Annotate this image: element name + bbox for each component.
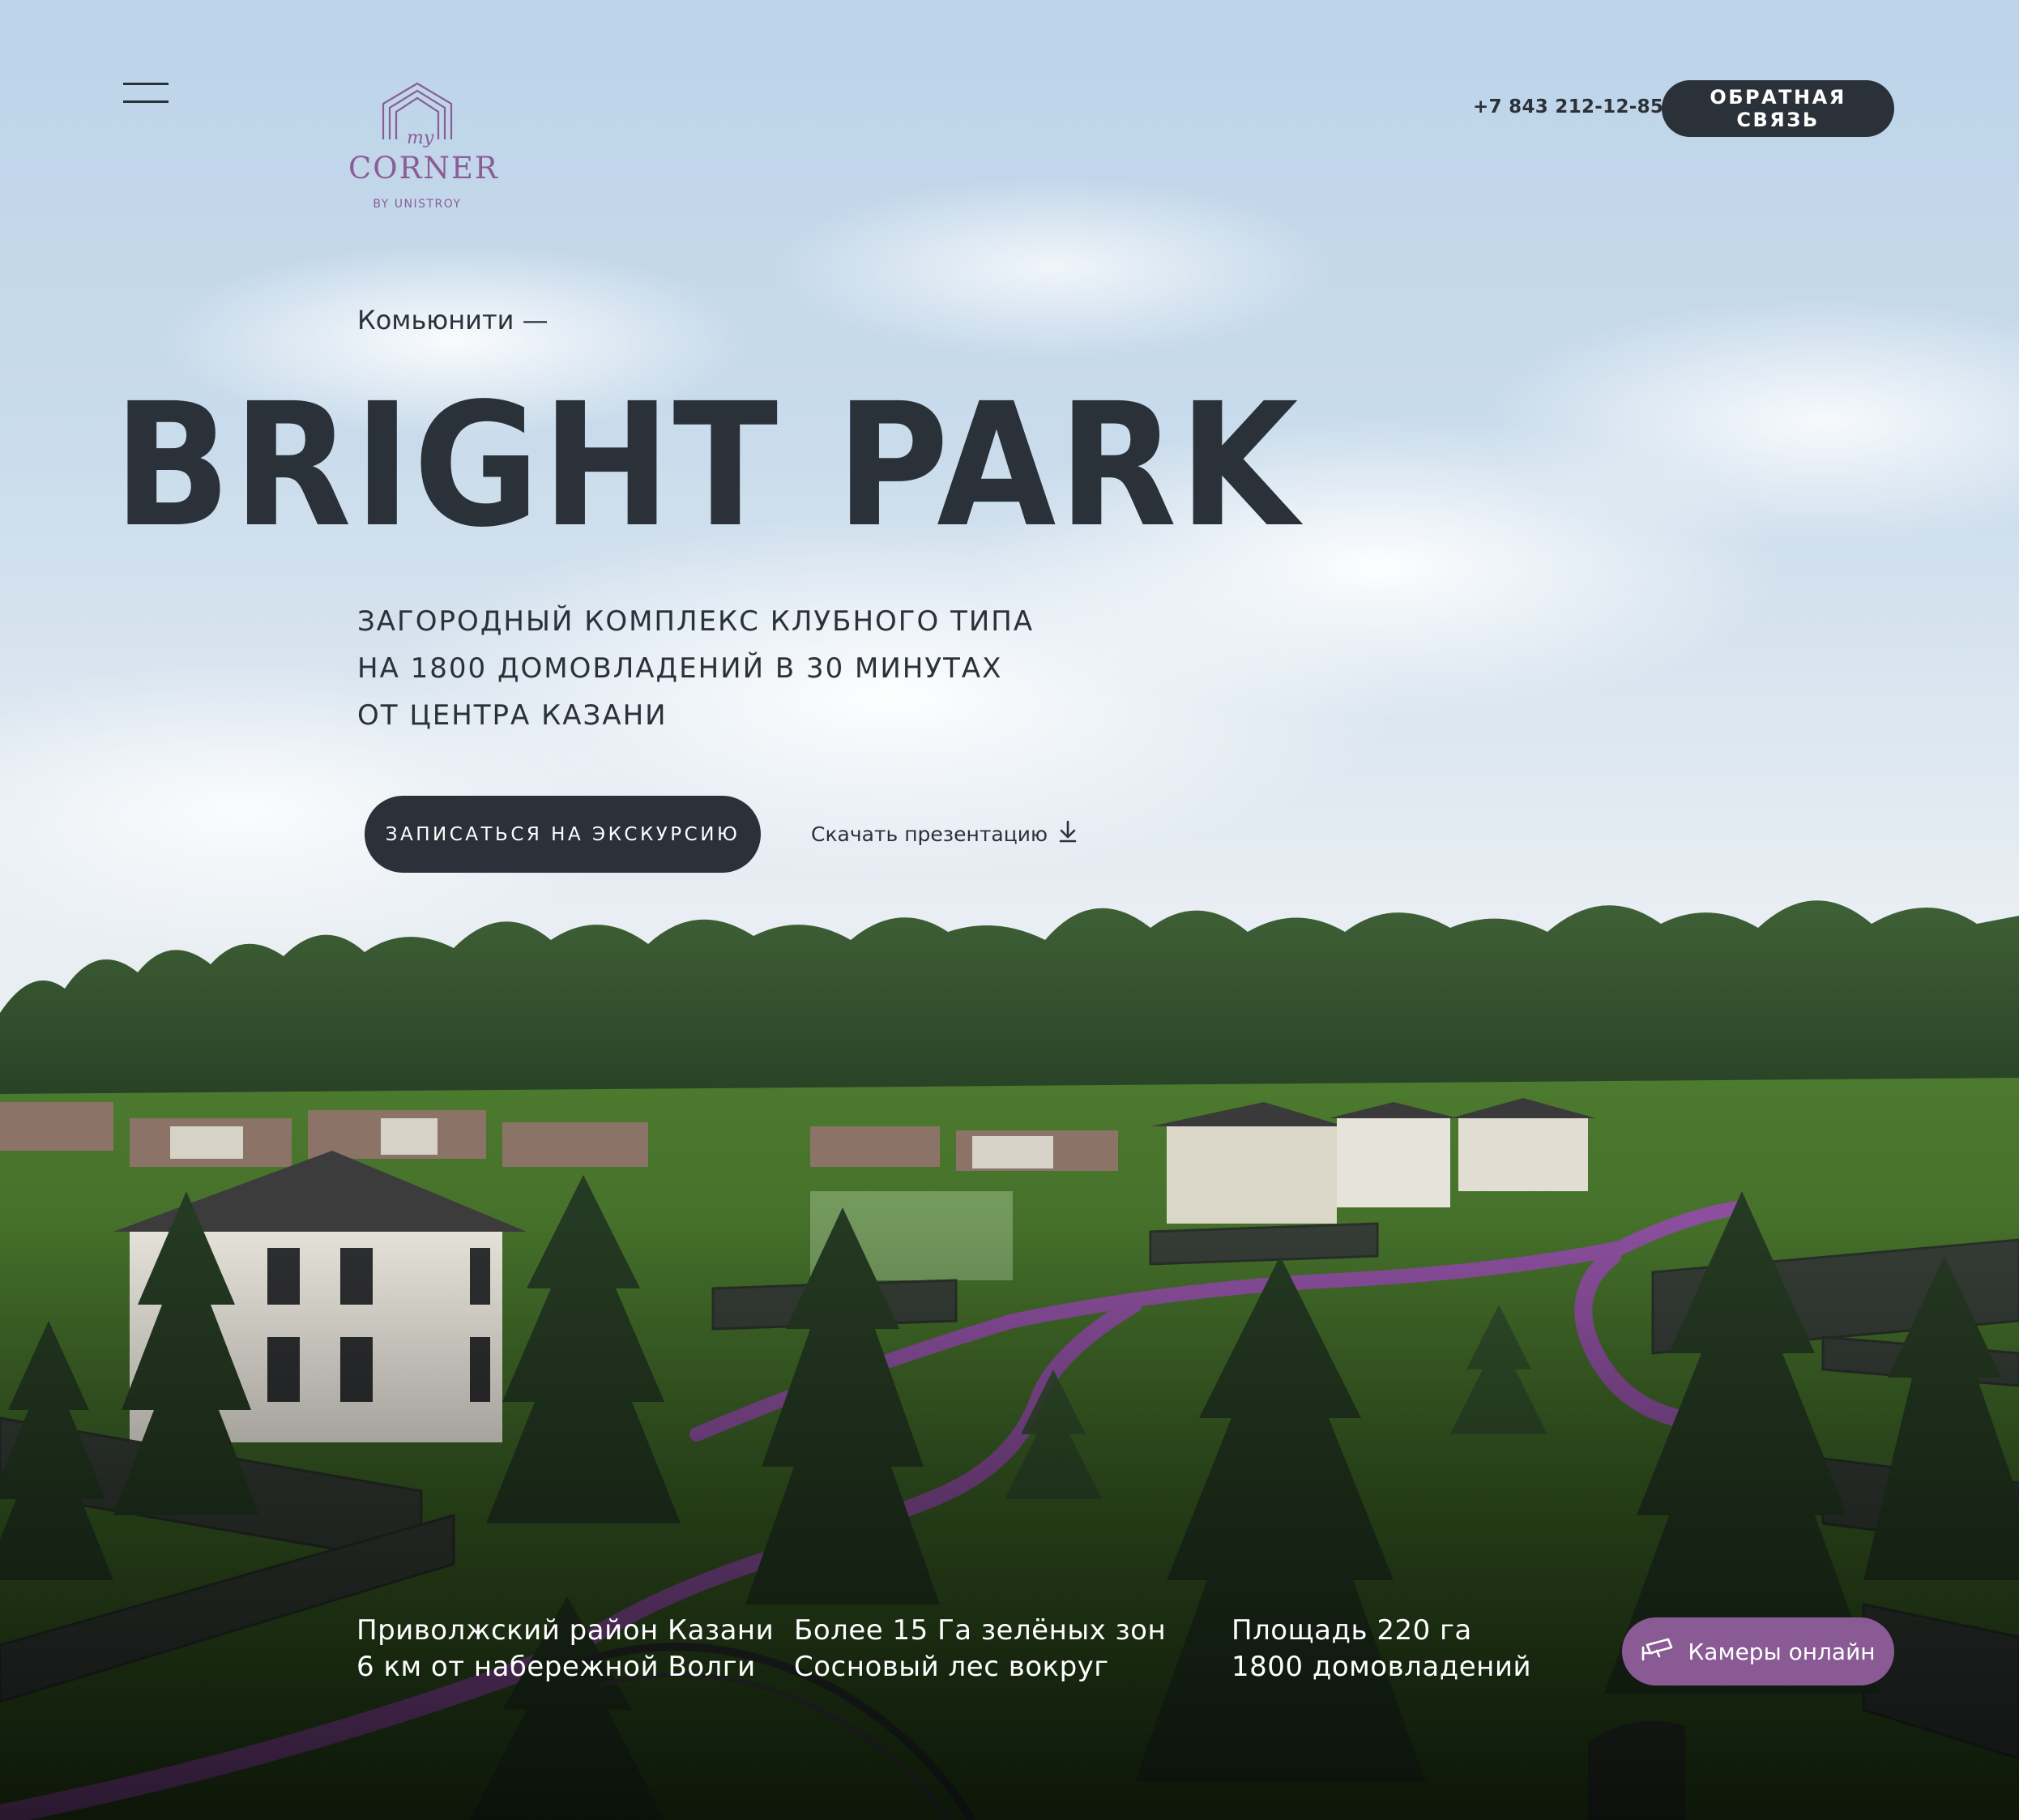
- fact-line: Сосновый лес вокруг: [794, 1651, 1109, 1683]
- feedback-button[interactable]: ОБРАТНАЯ СВЯЗЬ: [1662, 80, 1894, 137]
- fact-line: Более 15 Га зелёных зон: [794, 1614, 1167, 1647]
- cameras-button-label: Камеры онлайн: [1688, 1638, 1876, 1665]
- logo-tagline: BY UNISTROY: [373, 198, 462, 211]
- fact-line: Площадь 220 га: [1231, 1614, 1472, 1647]
- subtitle-line: ЗАГОРОДНЫЙ КОМПЛЕКС КЛУБНОГО ТИПА: [357, 605, 1035, 638]
- download-presentation-link[interactable]: Скачать презентацию: [811, 820, 1077, 848]
- subtitle-line: НА 1800 ДОМОВЛАДЕНИЙ В 30 МИНУТАХ: [357, 652, 1003, 685]
- logo-script: my: [407, 128, 434, 148]
- hero-eyebrow: Комьюнити —: [357, 305, 549, 335]
- cameras-online-button[interactable]: Камеры онлайн: [1622, 1617, 1894, 1685]
- phone-link[interactable]: +7 843 212-12-85: [1473, 96, 1663, 117]
- hero-subtitle: ЗАГОРОДНЫЙ КОМПЛЕКС КЛУБНОГО ТИПА НА 180…: [357, 598, 1086, 739]
- security-camera-icon: [1641, 1637, 1675, 1667]
- logo[interactable]: my CORNER BY UNISTROY: [348, 81, 499, 215]
- hamburger-menu-icon[interactable]: [123, 83, 169, 104]
- fact-location: Приволжский район Казани 6 км от набереж…: [356, 1613, 774, 1685]
- fact-line: 1800 домовладений: [1231, 1651, 1532, 1683]
- hero-title: BRIGHT PARK: [113, 366, 1301, 565]
- fact-line: Приволжский район Казани: [356, 1614, 775, 1647]
- logo-name: CORNER: [348, 151, 499, 186]
- subtitle-line: ОТ ЦЕНТРА КАЗАНИ: [357, 699, 668, 732]
- fact-line: 6 км от набережной Волги: [356, 1651, 756, 1683]
- book-tour-button[interactable]: ЗАПИСАТЬСЯ НА ЭКСКУРСИЮ: [365, 796, 761, 873]
- bottom-gradient-overlay: [0, 1215, 2019, 1820]
- download-arrow-icon: [1059, 820, 1077, 848]
- fact-green-zones: Более 15 Га зелёных зон Сосновый лес вок…: [794, 1613, 1166, 1685]
- download-link-label: Скачать презентацию: [811, 822, 1048, 846]
- fact-area: Площадь 220 га 1800 домовладений: [1231, 1613, 1531, 1685]
- page: my CORNER BY UNISTROY +7 843 212-12-85 О…: [0, 0, 2019, 1820]
